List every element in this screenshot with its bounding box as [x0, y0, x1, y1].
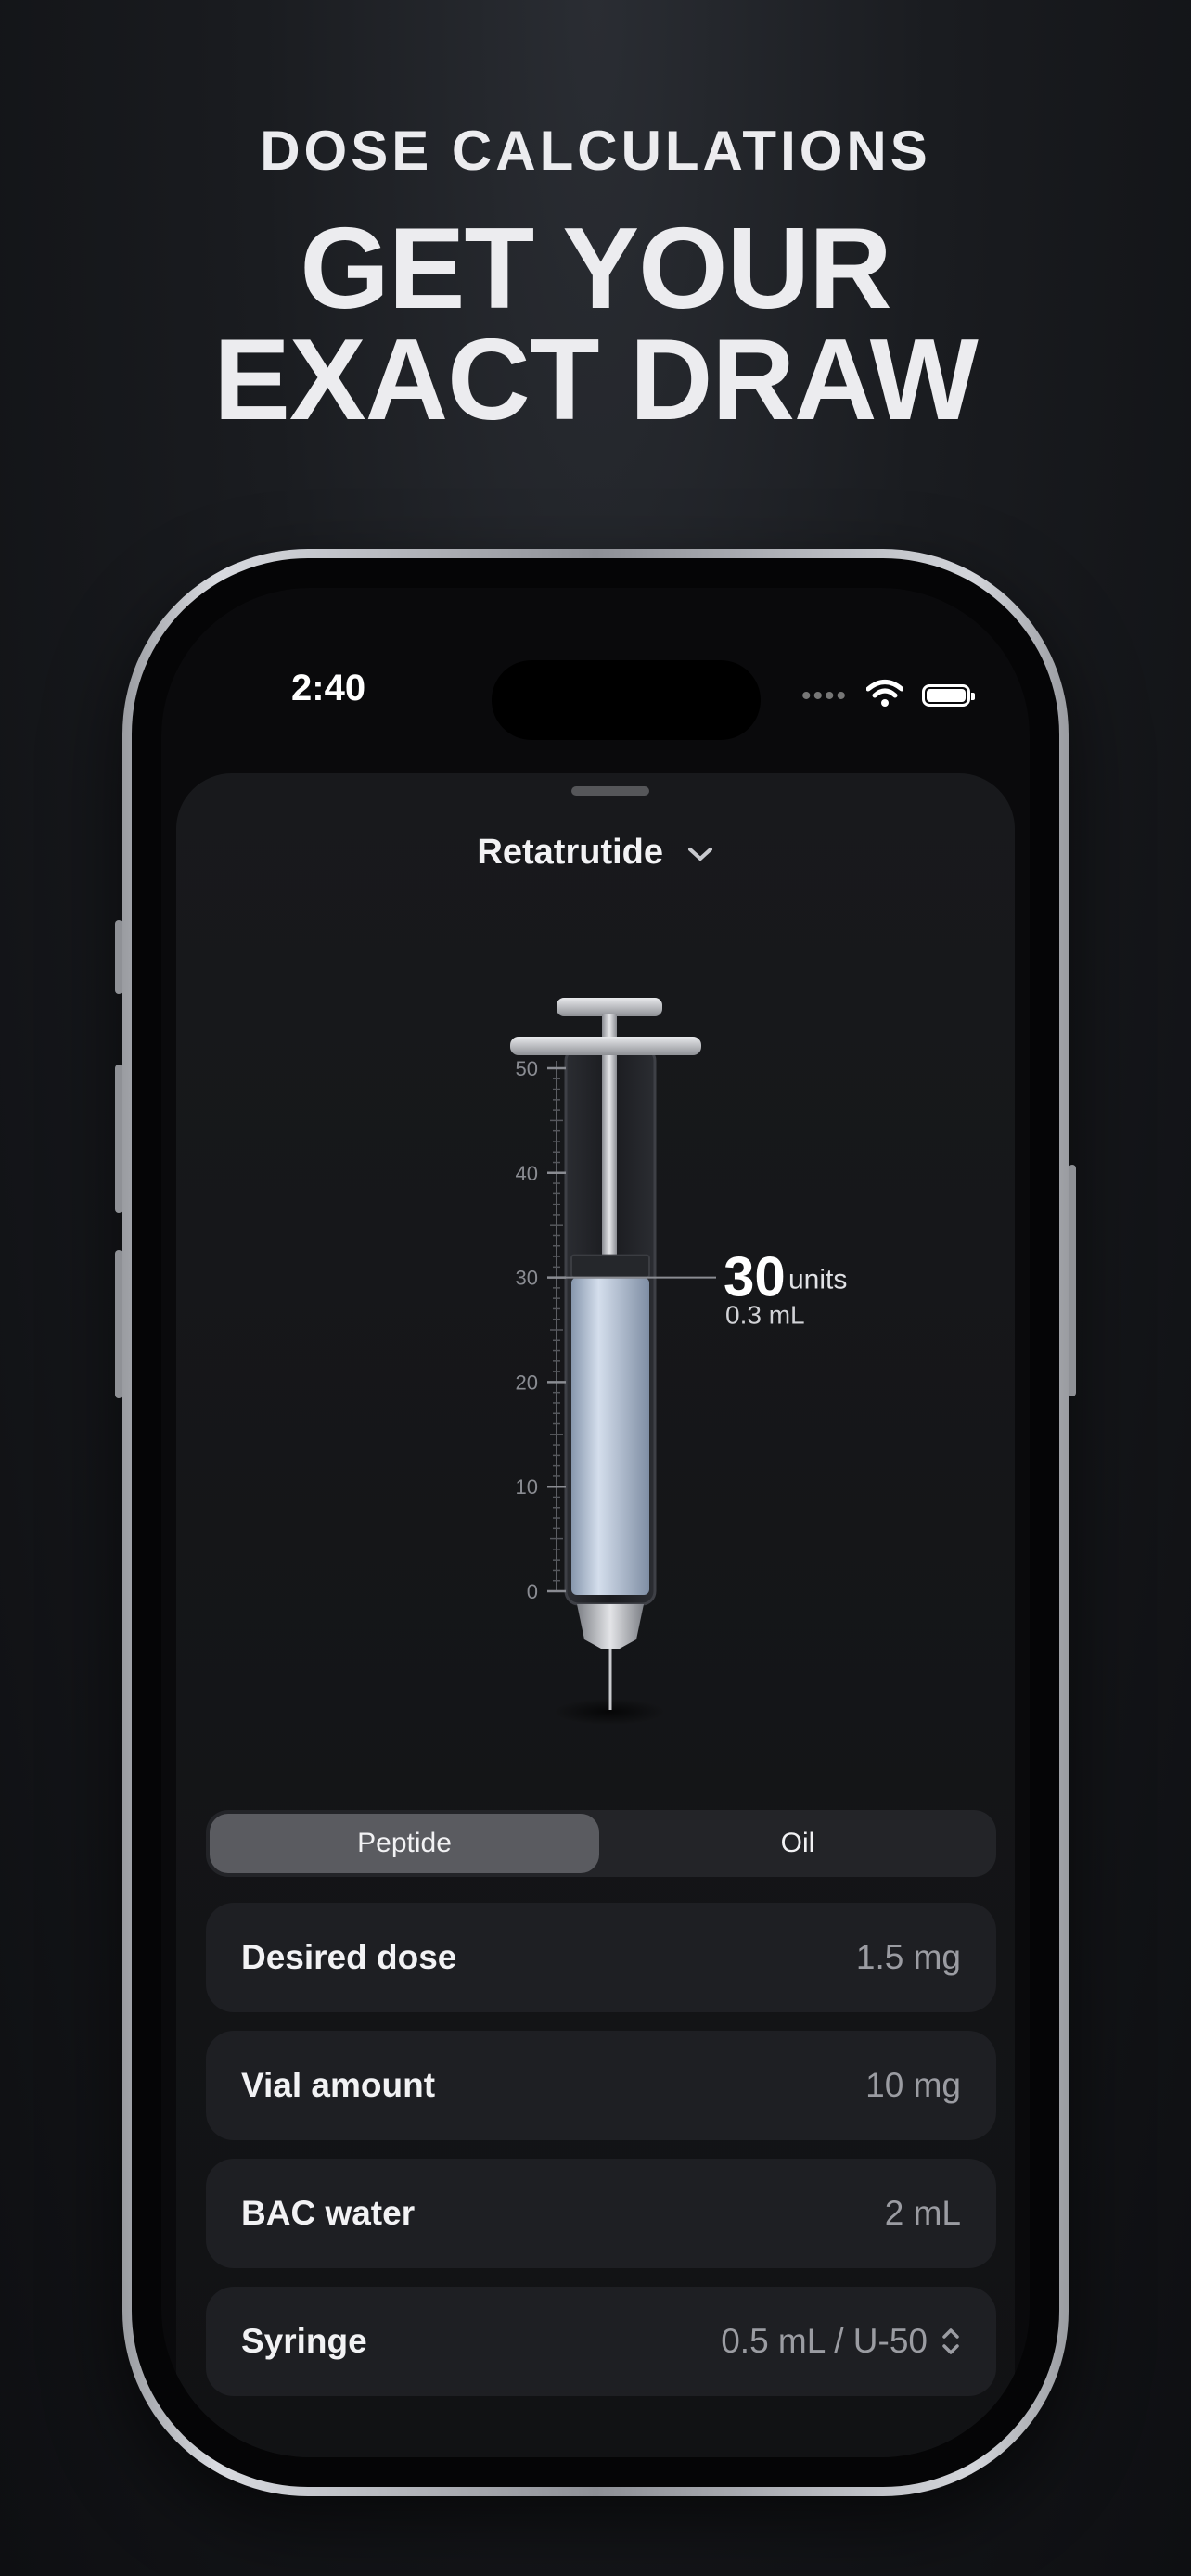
- status-time: 2:40: [291, 668, 366, 708]
- syringe-row[interactable]: Syringe 0.5 mL / U-50: [206, 2287, 996, 2396]
- headline-line-1: GET YOUR: [300, 205, 891, 333]
- syringe-value-wrap: 0.5 mL / U-50: [721, 2322, 961, 2361]
- desired-dose-row[interactable]: Desired dose 1.5 mg: [206, 1903, 996, 2012]
- bac-water-label: BAC water: [241, 2194, 416, 2232]
- phone-bezel: 2:40 •••• Retatrutide 50 40 30 20 10 0 3…: [132, 558, 1059, 2487]
- dynamic-island: [492, 660, 761, 740]
- mode-peptide-button[interactable]: Peptide: [210, 1814, 599, 1873]
- wifi-icon: [866, 680, 903, 707]
- action-button: [115, 920, 122, 994]
- draw-readout-ml: 0.3 mL: [725, 1301, 805, 1330]
- signal-icon: ••••: [801, 681, 849, 711]
- desired-dose-value: 1.5 mg: [855, 1938, 961, 1976]
- vial-amount-value: 10 mg: [865, 2066, 961, 2104]
- phone-frame: 2:40 •••• Retatrutide 50 40 30 20 10 0 3…: [115, 549, 1076, 2496]
- draw-readout-unit: units: [788, 1265, 847, 1295]
- bac-water-row[interactable]: BAC water 2 mL: [206, 2159, 996, 2268]
- mode-segmented-control: Peptide Oil: [206, 1810, 996, 1877]
- phone-screen: 2:40 •••• Retatrutide 50 40 30 20 10 0 3…: [161, 588, 1030, 2457]
- battery-icon: [922, 684, 975, 707]
- desired-dose-label: Desired dose: [241, 1938, 457, 1976]
- power-button: [1069, 1165, 1076, 1396]
- syringe-label: Syringe: [241, 2322, 367, 2360]
- scale-label: 0: [527, 1580, 538, 1603]
- scale-label: 50: [516, 1057, 538, 1080]
- scale-label: 30: [516, 1267, 538, 1290]
- volume-down-button: [115, 1250, 122, 1398]
- promo-headline: GET YOUR EXACT DRAW: [0, 205, 1191, 444]
- syringe-graphic: 50 40 30 20 10 0 30 units 0.3 mL: [510, 998, 847, 1725]
- syringe-plunger: [570, 1254, 650, 1279]
- syringe-liquid: [571, 1277, 649, 1595]
- mode-oil-button[interactable]: Oil: [603, 1814, 992, 1873]
- vial-amount-label: Vial amount: [241, 2066, 436, 2104]
- vial-amount-row[interactable]: Vial amount 10 mg: [206, 2031, 996, 2140]
- headline-line-2: EXACT DRAW: [213, 316, 979, 444]
- draw-readout-value: 30: [724, 1246, 786, 1308]
- chevron-updown-icon: [942, 2328, 959, 2354]
- bac-water-value: 2 mL: [884, 2194, 961, 2232]
- scale-label: 10: [516, 1475, 538, 1498]
- syringe-value: 0.5 mL / U-50: [721, 2322, 928, 2360]
- volume-up-button: [115, 1065, 122, 1213]
- promo-eyebrow: DOSE CALCULATIONS: [260, 120, 931, 182]
- calculator-sheet: Retatrutide 50 40 30 20 10 0 30 units 0.…: [176, 773, 1015, 2457]
- scale-label: 40: [516, 1162, 538, 1185]
- scale-label: 20: [516, 1371, 538, 1394]
